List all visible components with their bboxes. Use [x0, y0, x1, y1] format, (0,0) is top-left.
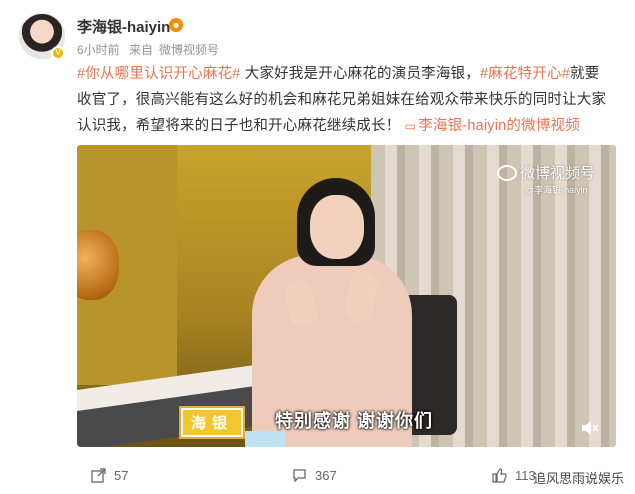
video-link[interactable]: 李海银-haiyin的微博视频 [418, 118, 580, 134]
weibo-logo-icon [497, 165, 517, 181]
post-meta: 6小时前 来自 微博视频号 [77, 41, 225, 58]
post-text: #你从哪里认识开心麻花# 大家好我是开心麻花的演员李海银，#麻花特开心#就要收官… [77, 61, 612, 139]
caption-name-tag: 海银 [181, 408, 244, 437]
video-tablet [245, 431, 285, 447]
post-text-segment: 大家好我是开心麻花的演员李海银， [240, 66, 480, 82]
video-player[interactable]: 微博视频号 @李海银-haiyin 海银 特别感谢 谢谢你们 [77, 145, 616, 447]
post-source[interactable]: 微博视频号 [159, 43, 219, 57]
watermark-handle: @李海银-haiyin [525, 185, 588, 195]
video-watermark: 微博视频号 [497, 162, 595, 183]
post-time[interactable]: 6小时前 [77, 43, 120, 57]
gold-v-badge-icon[interactable]: ☻ [169, 18, 183, 32]
video-subtitle: 特别感谢 谢谢你们 [275, 411, 434, 431]
video-link-icon: ▭ [404, 119, 417, 133]
thumbs-up-icon [492, 468, 507, 483]
repost-icon [91, 468, 106, 483]
comment-count: 367 [315, 468, 337, 483]
hashtag-link[interactable]: #麻花特开心# [480, 66, 570, 82]
source-prefix: 来自 [129, 43, 154, 57]
like-button[interactable]: 113 [492, 468, 536, 483]
volume-icon[interactable] [581, 420, 599, 436]
username[interactable]: 李海银-haiyin [77, 16, 170, 37]
video-person-face [310, 195, 364, 259]
repost-button[interactable]: 57 [91, 468, 128, 483]
watermark-title: 微博视频号 [520, 165, 596, 182]
verified-badge-icon: V [51, 46, 65, 60]
repost-count: 57 [114, 468, 129, 483]
hashtag-link[interactable]: #你从哪里认识开心麻花# [77, 66, 241, 82]
comment-icon [293, 469, 306, 483]
comment-button[interactable]: 367 [292, 468, 337, 483]
page-watermark: 追风思雨说娱乐 [533, 471, 625, 486]
